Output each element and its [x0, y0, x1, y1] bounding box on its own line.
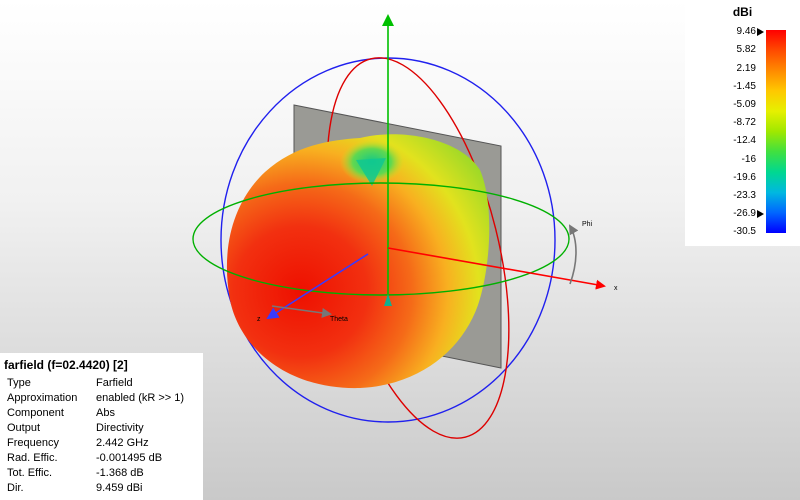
legend-tick: 5.82 — [736, 44, 756, 55]
legend-tick: 2.19 — [736, 63, 756, 74]
info-key: Output — [7, 422, 41, 434]
legend-tick: -23.3 — [733, 190, 756, 201]
legend-max-marker-icon[interactable] — [757, 28, 764, 36]
info-value: Abs — [96, 407, 115, 419]
info-key: Component — [7, 407, 64, 419]
legend-tick: -30.5 — [733, 226, 756, 237]
info-value: Farfield — [96, 377, 133, 389]
legend-tick: -1.45 — [733, 81, 756, 92]
phi-arc-arrow — [569, 224, 579, 285]
legend-tick: -26.9 — [733, 208, 756, 219]
info-key: Frequency — [7, 437, 59, 449]
info-value: Directivity — [96, 422, 144, 434]
legend-tick: -8.72 — [733, 117, 756, 128]
legend-unit-label: dBi — [732, 5, 753, 19]
colorbar-gradient — [766, 30, 786, 233]
info-title: farfield (f=02.4420) [2] — [4, 358, 128, 372]
theta-label: Theta — [330, 316, 348, 323]
info-key: Tot. Effic. — [7, 467, 53, 479]
info-value: -1.368 dB — [96, 467, 144, 479]
info-value: enabled (kR >> 1) — [96, 392, 185, 404]
legend-tick: -5.09 — [733, 99, 756, 110]
x-axis-label: x — [614, 285, 618, 292]
legend-min-marker-icon[interactable] — [757, 210, 764, 218]
legend-tick: -16 — [741, 154, 756, 165]
legend-tick: 9.46 — [736, 26, 756, 37]
legend-tick: -12.4 — [733, 135, 756, 146]
info-key: Dir. — [7, 482, 24, 494]
info-key: Type — [7, 377, 31, 389]
info-value: -0.001495 dB — [96, 452, 163, 464]
info-value: 9.459 dBi — [96, 482, 143, 494]
legend-tick: -19.6 — [733, 172, 756, 183]
info-key: Approximation — [7, 392, 78, 404]
z-axis-label: z — [257, 316, 261, 323]
farfield-info-panel: farfield (f=02.4420) [2] Type Farfield A… — [0, 353, 203, 500]
phi-label: Phi — [582, 221, 593, 228]
info-value: 2.442 GHz — [96, 437, 149, 449]
info-key: Rad. Effic. — [7, 452, 58, 464]
